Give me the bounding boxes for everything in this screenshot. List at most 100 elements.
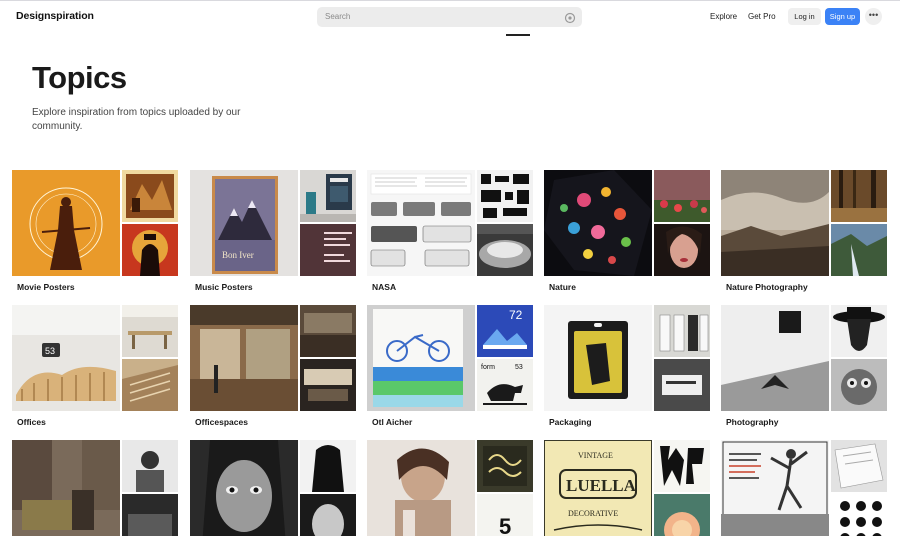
office-number-text: 53 [45, 346, 55, 356]
vintage-text: VINTAGE [578, 451, 613, 460]
topic-card-officespaces[interactable]: Officespaces [190, 305, 356, 427]
topic-card-nature-photography[interactable]: Nature Photography [721, 170, 887, 292]
active-tab-indicator [506, 34, 530, 36]
thumbnail-main [12, 170, 120, 276]
search-placeholder: Search [325, 12, 351, 21]
topic-card-photography[interactable]: Photography [721, 305, 887, 427]
thumbnail-bottom: 5 [477, 494, 533, 536]
thumbnail-bottom [122, 494, 178, 536]
thumbnail-bottom [654, 359, 710, 411]
topic-card-row3-4[interactable]: VINTAGE LUELLA DECORATIVE [544, 440, 710, 536]
signup-button[interactable]: Sign up [825, 8, 860, 25]
nav-explore-link[interactable]: Explore [710, 12, 737, 21]
thumbnail-main [544, 170, 652, 276]
topic-label[interactable]: Photography [726, 417, 778, 427]
topic-card-offices[interactable]: 53 Offices [12, 305, 178, 427]
thumbnail-top [654, 305, 710, 357]
thumbnail-main [12, 440, 120, 536]
thumbnail-bottom [831, 359, 887, 411]
luella-text: LUELLA [566, 476, 637, 495]
form-number-text: 53 [515, 364, 523, 371]
bon-iver-text: Bon Iver [222, 250, 254, 260]
thumbnail-bottom [122, 359, 178, 411]
thumbnail-bottom [831, 494, 887, 536]
thumbnail-top [654, 440, 710, 492]
thumbnail-main: 53 [12, 305, 120, 411]
thumbnail-main [190, 305, 298, 411]
form-text: form [481, 364, 495, 371]
thumbnail-bottom [122, 224, 178, 276]
thumbnail-top: 72 [477, 305, 533, 357]
thumbnail-top [122, 170, 178, 222]
thumbnail-top [122, 305, 178, 357]
topic-card-row3-5[interactable] [721, 440, 887, 536]
topic-label[interactable]: Otl Aicher [372, 417, 412, 427]
thumbnail-top [477, 440, 533, 492]
topic-card-otl-aicher[interactable]: 72 form 53 Otl Aicher [367, 305, 533, 427]
thumbnail-top [831, 440, 887, 492]
topic-label[interactable]: Packaging [549, 417, 592, 427]
thumbnail-top [300, 440, 356, 492]
top-nav-bar: Designspiration Search Explore Get Pro L… [0, 0, 900, 32]
topic-label[interactable]: Movie Posters [17, 282, 75, 292]
thumbnail-bottom [300, 494, 356, 536]
topic-thumbnails [721, 170, 887, 276]
topic-card-row3-3[interactable]: 5 [367, 440, 533, 536]
otl-number-text: 72 [509, 308, 523, 322]
thumbnail-main [721, 305, 829, 411]
site-logo[interactable]: Designspiration [16, 10, 94, 22]
more-options-button[interactable]: ••• [865, 8, 882, 25]
topic-thumbnails: Bon Iver [190, 170, 356, 276]
decorative-text: DECORATIVE [568, 509, 618, 518]
thumbnail-top [831, 170, 887, 222]
topic-thumbnails [721, 305, 887, 411]
thumbnail-bottom [300, 224, 356, 276]
thumbnail-main [721, 170, 829, 276]
thumbnail-top [654, 170, 710, 222]
search-box[interactable]: Search [317, 7, 582, 27]
topic-label[interactable]: Nature [549, 282, 576, 292]
topic-thumbnails: 72 form 53 [367, 305, 533, 411]
topic-card-packaging[interactable]: Packaging [544, 305, 710, 427]
thumbnail-top [477, 170, 533, 222]
thumbnail-top [831, 305, 887, 357]
topic-thumbnails: 5 [367, 440, 533, 536]
nav-get-pro-link[interactable]: Get Pro [748, 12, 776, 21]
topic-card-movie-posters[interactable]: Movie Posters [12, 170, 178, 292]
camera-search-icon[interactable] [564, 11, 576, 24]
topic-thumbnails [367, 170, 533, 276]
thumbnail-bottom: form 53 [477, 359, 533, 411]
thumbnail-main [190, 440, 298, 536]
thumbnail-main: VINTAGE LUELLA DECORATIVE [544, 440, 652, 536]
topic-thumbnails [190, 440, 356, 536]
thumbnail-main [544, 305, 652, 411]
topic-label[interactable]: NASA [372, 282, 396, 292]
topic-thumbnails [544, 170, 710, 276]
thumbnail-top [122, 440, 178, 492]
five-text: 5 [499, 514, 511, 536]
topic-label[interactable]: Officespaces [195, 417, 248, 427]
topic-thumbnails [12, 170, 178, 276]
topic-label[interactable]: Nature Photography [726, 282, 808, 292]
page-description: Explore inspiration from topics uploaded… [32, 107, 241, 132]
thumbnail-main [367, 170, 475, 276]
topic-label[interactable]: Offices [17, 417, 46, 427]
topic-thumbnails [190, 305, 356, 411]
topic-card-row3-2[interactable] [190, 440, 356, 536]
topic-card-nature[interactable]: Nature [544, 170, 710, 292]
topic-thumbnails: 53 [12, 305, 178, 411]
topic-thumbnails [12, 440, 178, 536]
thumbnail-top [300, 170, 356, 222]
thumbnail-bottom [654, 224, 710, 276]
topic-thumbnails [544, 305, 710, 411]
topic-card-row3-1[interactable] [12, 440, 178, 536]
login-button[interactable]: Log in [788, 8, 821, 25]
thumbnail-main [367, 305, 475, 411]
thumbnail-main [721, 440, 829, 536]
topic-label[interactable]: Music Posters [195, 282, 253, 292]
thumbnail-main [367, 440, 475, 536]
topic-card-music-posters[interactable]: Bon Iver Music Posters [190, 170, 356, 292]
thumbnail-bottom [300, 359, 356, 411]
topic-card-nasa[interactable]: NASA [367, 170, 533, 292]
thumbnail-bottom [831, 224, 887, 276]
